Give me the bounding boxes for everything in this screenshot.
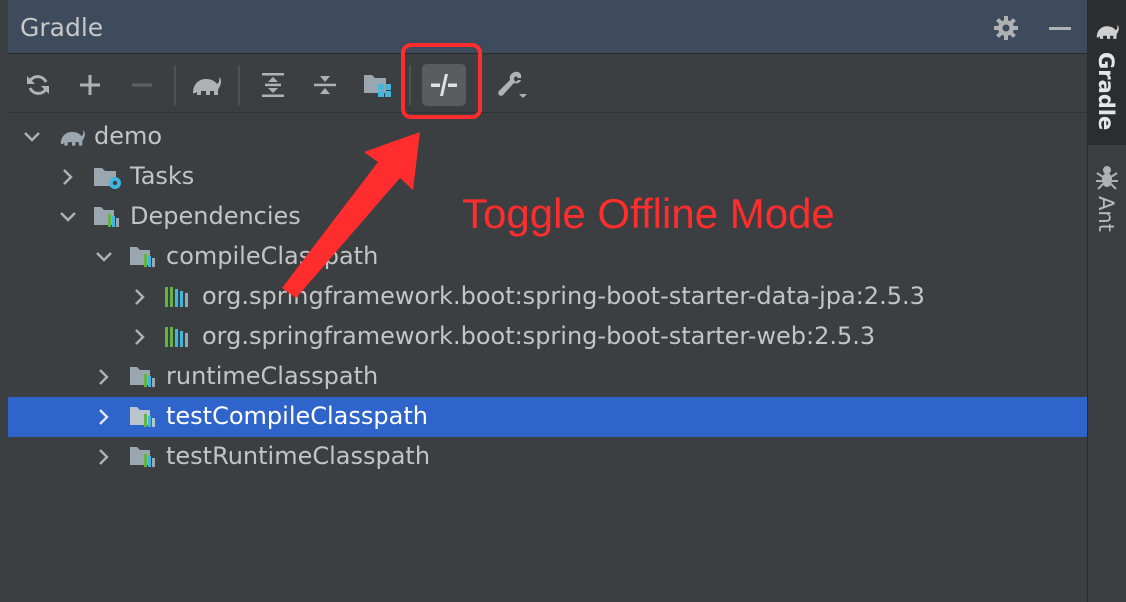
side-tab-label: Gradle bbox=[1094, 52, 1118, 131]
chevron-down-icon[interactable] bbox=[58, 207, 78, 227]
dependencies-folder-icon bbox=[92, 205, 120, 229]
gradle-toolbar bbox=[8, 55, 1087, 113]
tree-node-label: Tasks bbox=[130, 162, 195, 190]
library-icon bbox=[164, 285, 192, 309]
tree-node-label: testRuntimeClasspath bbox=[166, 442, 431, 470]
library-icon bbox=[164, 325, 192, 349]
expand-all-button[interactable] bbox=[253, 65, 293, 105]
execute-gradle-task-button[interactable] bbox=[186, 65, 226, 105]
tree-node-testruntimeclasspath[interactable]: testRuntimeClasspath bbox=[8, 437, 1087, 477]
tool-window-header: Gradle bbox=[8, 0, 1087, 54]
expand-all-icon bbox=[259, 71, 287, 99]
chevron-down-icon[interactable] bbox=[22, 127, 42, 147]
chevron-right-icon[interactable] bbox=[130, 287, 150, 307]
plus-icon bbox=[76, 71, 104, 99]
tree-node-library[interactable]: org.springframework.boot:spring-boot-sta… bbox=[8, 277, 1087, 317]
chevron-right-icon[interactable] bbox=[94, 367, 114, 387]
elephant-icon bbox=[190, 71, 222, 99]
tree-node-demo[interactable]: demo bbox=[8, 117, 1087, 157]
right-tool-strip: Gradle Ant bbox=[1087, 0, 1126, 602]
build-tool-settings-button[interactable] bbox=[492, 65, 532, 105]
chevron-down-icon[interactable] bbox=[94, 247, 114, 267]
dependencies-folder-icon bbox=[128, 405, 156, 429]
collapse-all-icon bbox=[311, 71, 339, 99]
annotation-text: Toggle Offline Mode bbox=[462, 190, 835, 237]
chevron-right-icon[interactable] bbox=[94, 407, 114, 427]
analyze-dependencies-button[interactable] bbox=[358, 65, 398, 105]
tree-node-label: compileClasspath bbox=[166, 242, 379, 270]
dependencies-folder-icon bbox=[128, 245, 156, 269]
tree-node-compileclasspath[interactable]: compileClasspath bbox=[8, 237, 1087, 277]
tree-node-label: org.springframework.boot:spring-boot-sta… bbox=[202, 322, 876, 350]
chevron-right-icon[interactable] bbox=[94, 447, 114, 467]
gradle-tool-window: Gradle demo Tasks Dependencies compileCl… bbox=[0, 0, 1087, 602]
offline-mode-highlight bbox=[401, 43, 482, 119]
wrench-icon bbox=[495, 69, 529, 101]
collapse-all-button[interactable] bbox=[305, 65, 345, 105]
gear-icon[interactable] bbox=[992, 14, 1020, 42]
refresh-icon bbox=[24, 71, 52, 99]
dependencies-folder-icon bbox=[128, 445, 156, 469]
tree-node-label: runtimeClasspath bbox=[166, 362, 379, 390]
tree-node-runtimeclasspath[interactable]: runtimeClasspath bbox=[8, 357, 1087, 397]
side-tab-ant[interactable]: Ant bbox=[1088, 158, 1126, 248]
elephant-icon bbox=[56, 125, 85, 149]
tree-node-label: Dependencies bbox=[130, 202, 301, 230]
chevron-right-icon[interactable] bbox=[58, 167, 78, 187]
tool-window-title: Gradle bbox=[20, 13, 104, 42]
chevron-right-icon[interactable] bbox=[130, 327, 150, 347]
ant-icon bbox=[1095, 164, 1119, 194]
reload-all-gradle-projects-button[interactable] bbox=[18, 65, 58, 105]
toolbar-separator bbox=[174, 65, 176, 105]
tasks-folder-icon bbox=[92, 165, 121, 189]
minus-icon bbox=[128, 71, 156, 99]
minimize-icon[interactable] bbox=[1046, 14, 1074, 42]
toolbar-separator bbox=[238, 65, 240, 105]
tree-node-label: demo bbox=[94, 122, 163, 150]
tree-node-label: org.springframework.boot:spring-boot-sta… bbox=[202, 282, 925, 310]
side-tab-label: Ant bbox=[1094, 196, 1118, 232]
tree-node-testcompileclasspath[interactable]: testCompileClasspath bbox=[8, 397, 1087, 437]
side-tab-gradle[interactable]: Gradle bbox=[1088, 0, 1126, 145]
tree-node-library[interactable]: org.springframework.boot:spring-boot-sta… bbox=[8, 317, 1087, 357]
elephant-icon bbox=[1094, 20, 1120, 46]
folder-grid-icon bbox=[362, 71, 394, 99]
link-gradle-project-button[interactable] bbox=[70, 65, 110, 105]
tree-node-label: testCompileClasspath bbox=[166, 402, 428, 430]
unlink-gradle-project-button[interactable] bbox=[122, 65, 162, 105]
dependencies-folder-icon bbox=[128, 365, 156, 389]
